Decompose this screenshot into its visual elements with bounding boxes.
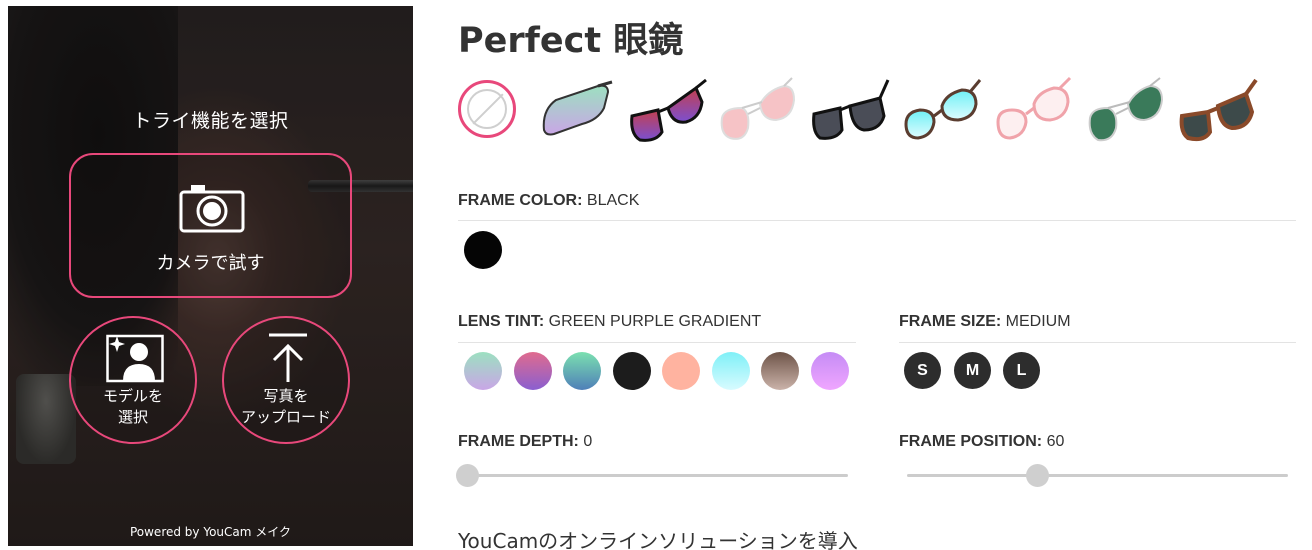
upload-photo-label: 写真を アップロード xyxy=(224,386,348,428)
frame-color-label: FRAME COLOR: xyxy=(458,192,583,209)
glasses-option-tortoise-dark[interactable] xyxy=(1178,72,1260,148)
youcam-solution-link[interactable]: YouCamのオンラインソリューションを導入 xyxy=(458,525,858,550)
glasses-option-black-gradient[interactable] xyxy=(628,72,710,148)
select-model-label-line2: 選択 xyxy=(117,408,148,426)
select-model-button[interactable]: モデルを 選択 xyxy=(69,316,197,444)
frame-position-slider-track[interactable] xyxy=(907,474,1288,477)
upload-photo-label-line1: 写真を xyxy=(263,387,309,405)
glasses-option-sport-wrap[interactable] xyxy=(538,72,620,148)
try-feature-title: トライ機能を選択 xyxy=(132,110,289,132)
product-title: Perfect 眼鏡 xyxy=(458,21,684,61)
frame-position-heading: FRAME POSITION: 60 xyxy=(899,433,1064,451)
lens-tint-value: GREEN PURPLE GRADIENT xyxy=(548,313,762,330)
camera-icon xyxy=(179,185,245,233)
glasses-option-pink-clear[interactable] xyxy=(994,72,1076,148)
no-glasses-option[interactable] xyxy=(458,80,516,138)
frame-size-small-button[interactable]: S xyxy=(904,352,941,389)
none-icon xyxy=(467,89,507,129)
frame-size-divider xyxy=(899,342,1296,343)
lens-tint-swatch[interactable] xyxy=(662,352,700,390)
frame-size-value: MEDIUM xyxy=(1005,313,1071,330)
frame-size-heading: FRAME SIZE: MEDIUM xyxy=(899,313,1071,331)
frame-depth-slider-track[interactable] xyxy=(467,474,848,477)
model-person-icon xyxy=(106,334,164,383)
frame-position-slider-thumb[interactable] xyxy=(1025,464,1049,487)
powered-by-text: Powered by YouCam メイク xyxy=(129,525,292,539)
glasses-option-black-dark[interactable] xyxy=(810,72,892,148)
camera-panel: トライ機能を選択 カメラで試す モデルを 選択 写真を アップロード Power… xyxy=(8,6,413,546)
frame-depth-value: 0 xyxy=(583,433,593,450)
glasses-option-pink-aviator[interactable] xyxy=(718,72,800,148)
lens-tint-heading: LENS TINT: GREEN PURPLE GRADIENT xyxy=(458,313,761,331)
upload-photo-button[interactable]: 写真を アップロード xyxy=(222,316,350,444)
glasses-option-green-aviator[interactable] xyxy=(1086,72,1168,148)
frame-depth-slider-thumb[interactable] xyxy=(456,464,479,487)
lens-tint-divider xyxy=(458,342,856,343)
try-camera-label: カメラで試す xyxy=(156,253,265,274)
glasses-option-tortoise-cyan[interactable] xyxy=(902,72,984,148)
upload-photo-label-line2: アップロード xyxy=(240,408,331,426)
frame-position-label: FRAME POSITION: xyxy=(899,433,1043,450)
lens-tint-swatch[interactable] xyxy=(612,352,651,390)
select-model-label: モデルを 選択 xyxy=(71,386,195,428)
lens-tint-swatch[interactable] xyxy=(464,352,502,390)
frame-depth-label: FRAME DEPTH: xyxy=(458,433,579,450)
lens-tint-label: LENS TINT: xyxy=(458,313,545,330)
glasses-selector xyxy=(458,72,1288,148)
frame-size-label: FRAME SIZE: xyxy=(899,313,1002,330)
frame-color-divider xyxy=(458,220,1296,221)
lens-tint-swatch[interactable] xyxy=(810,352,849,390)
lens-tint-swatch[interactable] xyxy=(761,352,799,390)
try-camera-button[interactable]: カメラで試す xyxy=(69,153,352,298)
lens-tint-swatch[interactable] xyxy=(563,352,601,390)
lens-tint-swatch[interactable] xyxy=(513,352,552,390)
frame-color-heading: FRAME COLOR: BLACK xyxy=(458,192,639,210)
frame-size-large-button[interactable]: L xyxy=(1003,352,1040,389)
lens-tint-swatch[interactable] xyxy=(711,352,750,390)
frame-color-value: BLACK xyxy=(586,192,640,209)
frame-size-medium-button[interactable]: M xyxy=(954,352,991,389)
frame-color-swatch-black[interactable] xyxy=(464,231,502,269)
frame-depth-heading: FRAME DEPTH: 0 xyxy=(458,433,592,451)
frame-position-value: 60 xyxy=(1046,433,1065,450)
select-model-label-line1: モデルを xyxy=(102,387,163,405)
upload-arrow-icon xyxy=(269,333,307,382)
